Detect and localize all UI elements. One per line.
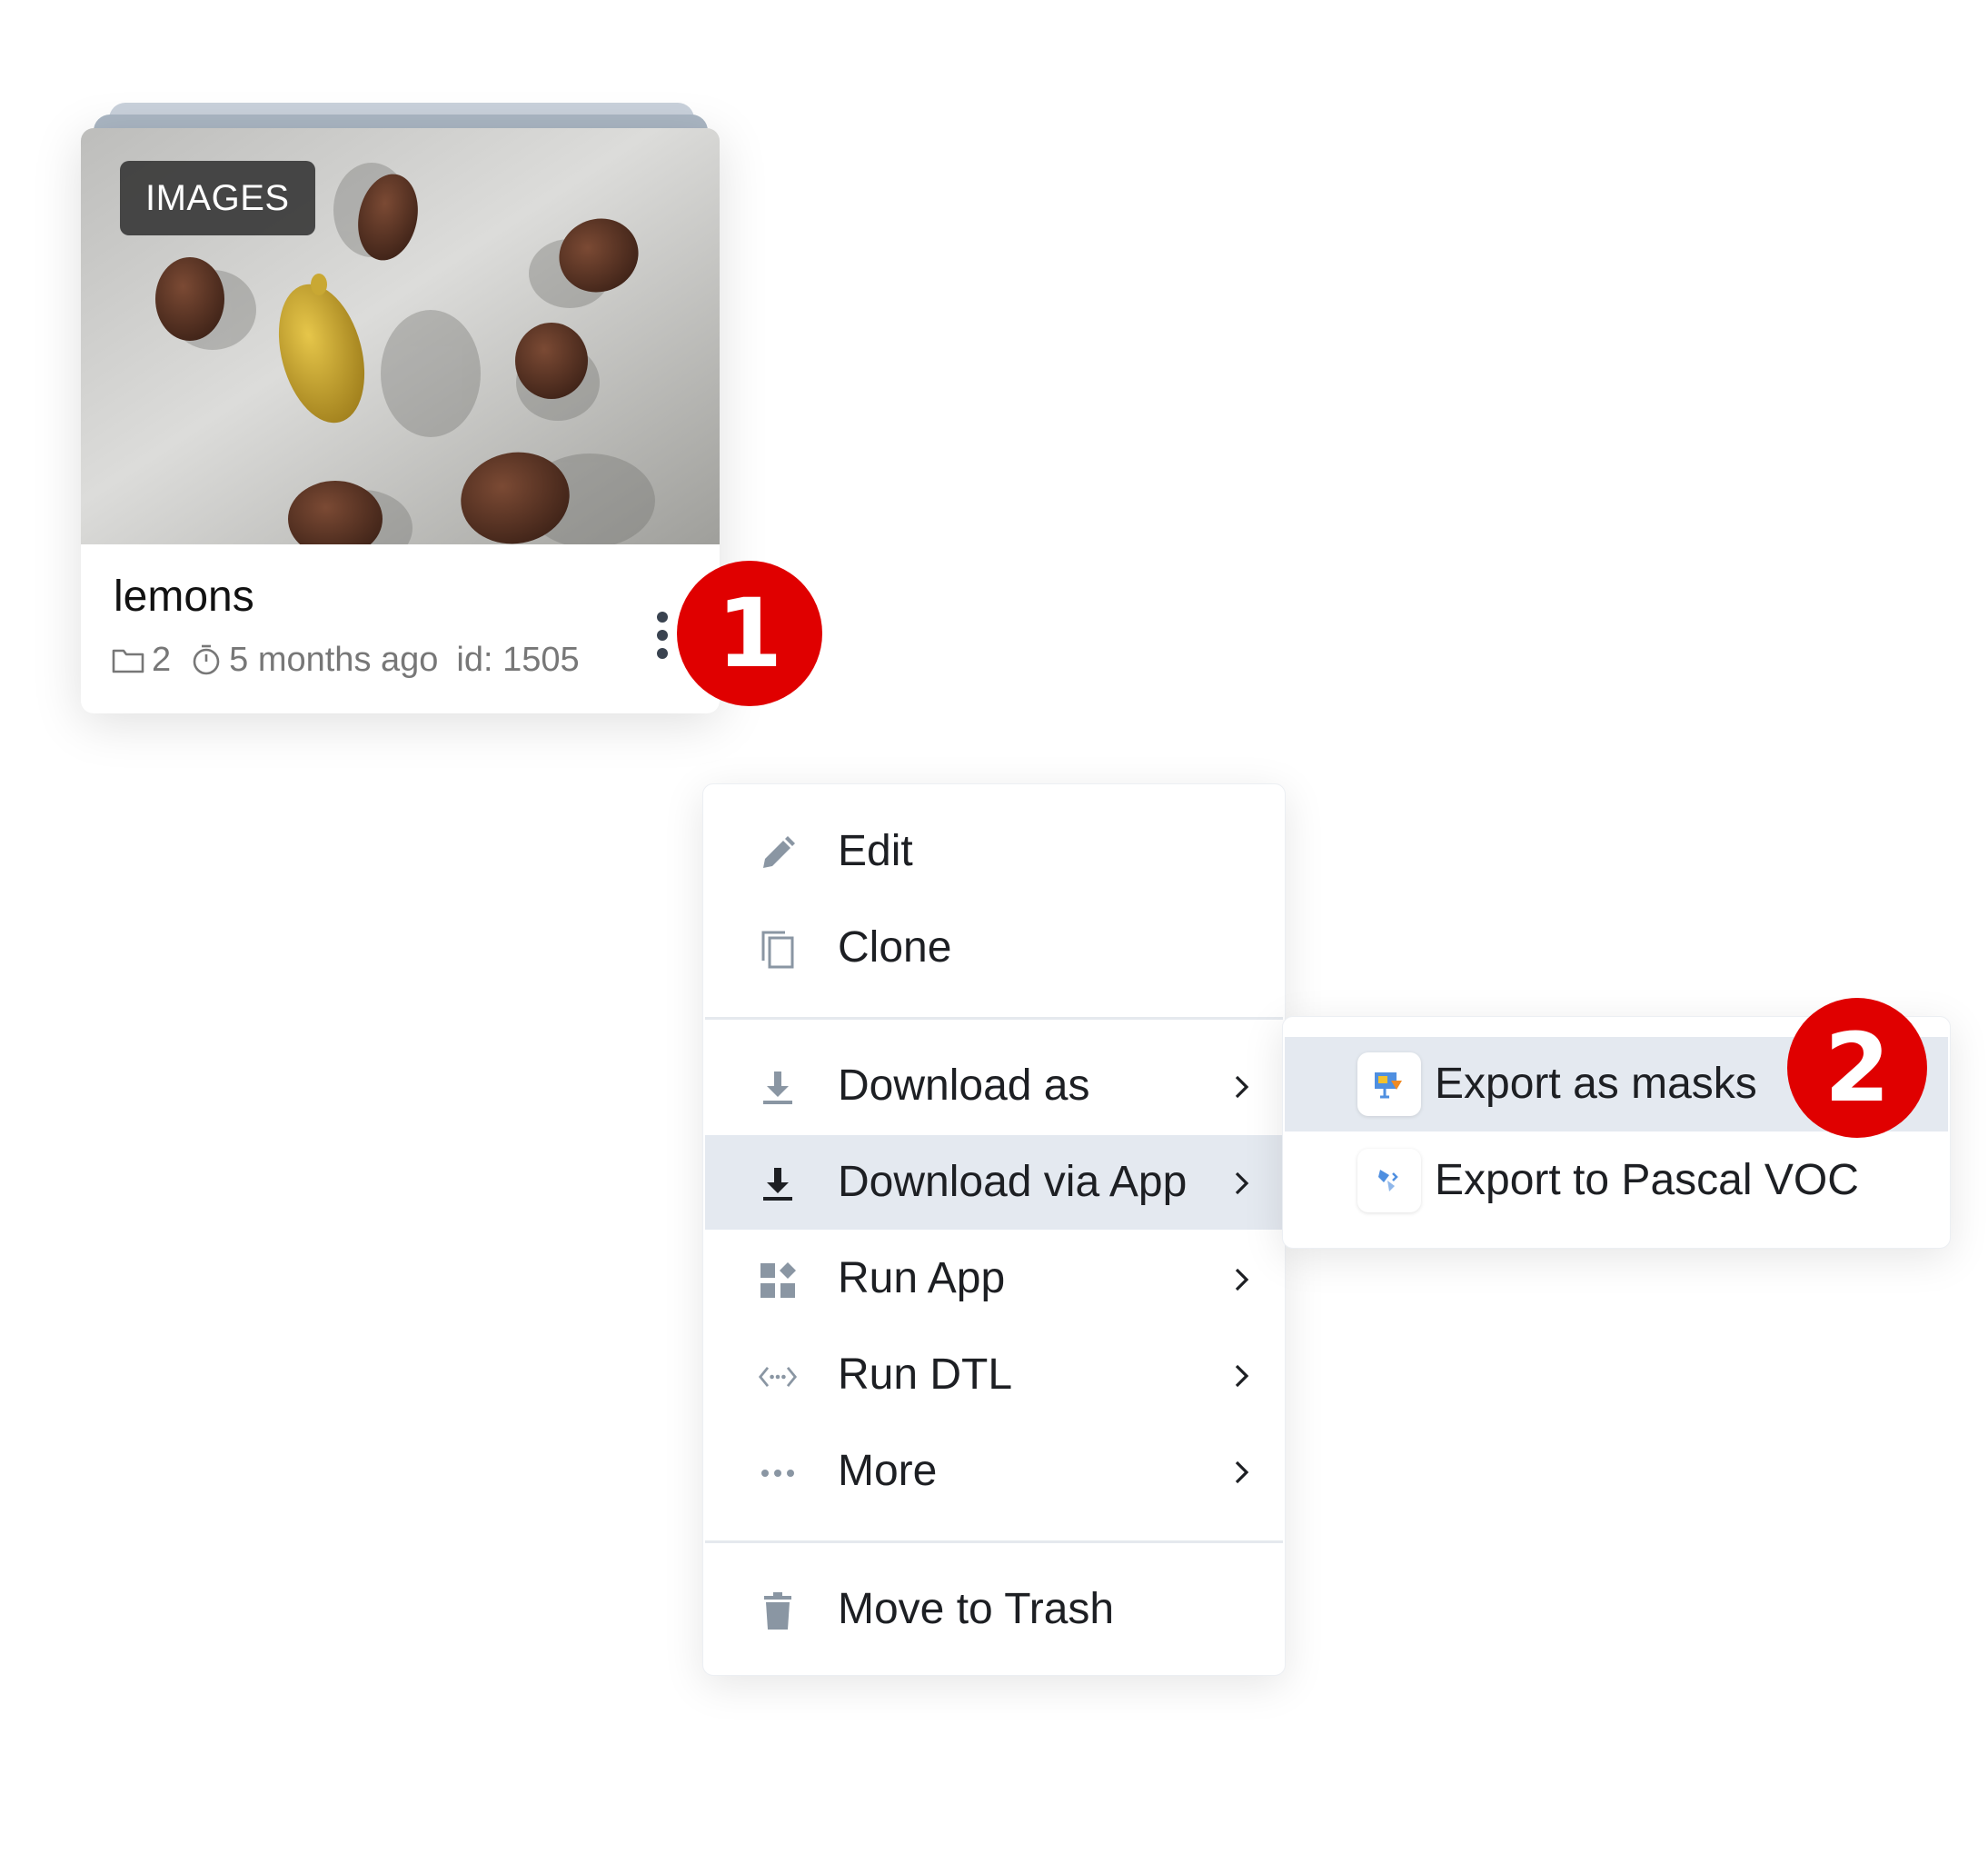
masks-app-icon: [1357, 1052, 1421, 1116]
menu-item-edit[interactable]: Edit: [705, 804, 1283, 899]
download-icon: [758, 1164, 798, 1204]
chevron-right-icon: [1235, 1364, 1249, 1388]
chevron-right-icon: [1235, 1075, 1249, 1099]
submenu-item-export-to-pascal-voc[interactable]: Export to Pascal VOC: [1285, 1133, 1948, 1228]
menu-item-label: Download via App: [838, 1158, 1188, 1206]
project-title[interactable]: lemons: [114, 572, 254, 622]
menu-item-run-dtl[interactable]: Run DTL: [705, 1328, 1283, 1422]
menu-item-label: Run App: [838, 1254, 1006, 1302]
project-card[interactable]: IMAGES lemons 2 5 months ago id: 1505: [81, 128, 720, 713]
folder-icon: [112, 646, 144, 673]
step-marker-2: 2: [1787, 998, 1927, 1138]
stopwatch-icon: [191, 643, 222, 676]
menu-item-move-to-trash[interactable]: Move to Trash: [705, 1562, 1283, 1657]
step-marker-1: 1: [677, 561, 822, 706]
screen: IMAGES lemons 2 5 months ago id: 1505 1 …: [0, 0, 1988, 1854]
copy-icon: [758, 930, 798, 970]
menu-item-label: Edit: [838, 827, 913, 875]
submenu-item-label: Export as masks: [1435, 1060, 1757, 1108]
download-icon: [758, 1068, 798, 1108]
menu-item-label: Download as: [838, 1062, 1090, 1110]
chevron-right-icon: [1235, 1460, 1249, 1484]
menu-item-label: More: [838, 1447, 938, 1495]
project-meta: 2 5 months ago id: 1505: [112, 637, 580, 683]
menu-item-label: Run DTL: [838, 1351, 1013, 1399]
menu-item-more[interactable]: More: [705, 1424, 1283, 1519]
project-id: id: 1505: [456, 640, 580, 679]
pencil-icon: [758, 833, 798, 873]
menu-item-run-app[interactable]: Run App: [705, 1231, 1283, 1326]
menu-item-label: Clone: [838, 923, 952, 972]
menu-item-clone[interactable]: Clone: [705, 901, 1283, 995]
pascal-voc-app-icon: [1357, 1149, 1421, 1212]
menu-divider: [705, 1017, 1283, 1020]
menu-item-download-as[interactable]: Download as: [705, 1039, 1283, 1133]
updated-time: 5 months ago: [229, 640, 439, 679]
chevron-right-icon: [1235, 1268, 1249, 1291]
chevron-right-icon: [1235, 1171, 1249, 1195]
apps-icon: [758, 1261, 798, 1301]
datasets-count: 2: [152, 640, 172, 679]
project-type-badge: IMAGES: [120, 161, 315, 235]
ellipsis-icon: [758, 1453, 798, 1493]
menu-divider: [705, 1540, 1283, 1543]
submenu-item-label: Export to Pascal VOC: [1435, 1156, 1859, 1204]
code-arrows-icon: [758, 1357, 798, 1397]
context-menu: Edit Clone Download as Download via App …: [702, 783, 1286, 1676]
menu-item-label: Move to Trash: [838, 1585, 1115, 1633]
project-thumbnail[interactable]: IMAGES: [81, 128, 720, 544]
trash-icon: [758, 1591, 798, 1631]
menu-item-download-via-app[interactable]: Download via App: [705, 1135, 1283, 1230]
